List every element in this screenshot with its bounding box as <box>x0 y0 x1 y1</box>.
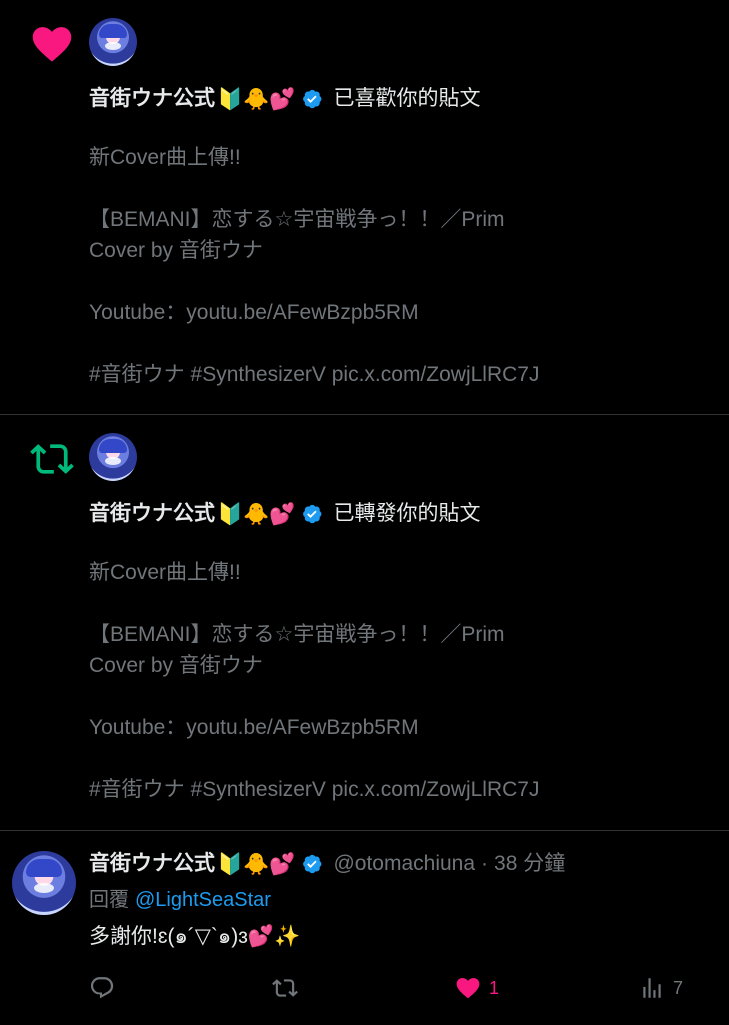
quoted-post-text[interactable]: 新Cover曲上傳!! 【BEMANI】恋する☆宇宙戦争っ！！／Prim Cov… <box>89 557 539 805</box>
user-name[interactable]: 音街ウナ公式 <box>89 499 215 529</box>
views-button[interactable]: 7 <box>639 971 683 1005</box>
post-line: Cover by 音街ウナ <box>89 654 263 677</box>
notification-retweet[interactable]: 音街ウナ公式 🔰🐥💕 已轉發你的貼文 新Cover曲上傳!! 【BEMANI】恋… <box>0 415 729 831</box>
avatar[interactable] <box>12 851 76 915</box>
heart-icon <box>456 978 480 999</box>
verified-badge-icon <box>303 89 322 109</box>
post-line: 新Cover曲上傳!! <box>89 146 241 169</box>
heart-icon <box>30 22 74 66</box>
name-emojis: 🔰🐥💕 <box>217 87 296 111</box>
analytics-icon <box>643 978 661 998</box>
retweet-icon <box>272 979 298 997</box>
timestamp[interactable]: 38 分鐘 <box>494 849 565 879</box>
like-count: 1 <box>489 977 500 998</box>
name-emojis: 🔰🐥💕 <box>217 852 296 876</box>
post-line: #音街ウナ #SynthesizerV pic.x.com/ZowjLlRC7J <box>89 778 540 801</box>
retweet-icon <box>30 437 74 481</box>
notification-headline: 音街ウナ公式 🔰🐥💕 已轉發你的貼文 <box>89 499 480 529</box>
user-name[interactable]: 音街ウナ公式 <box>89 84 215 114</box>
quoted-post-text[interactable]: 新Cover曲上傳!! 【BEMANI】恋する☆宇宙戦争っ！！／Prim Cov… <box>89 142 539 390</box>
notification-headline: 音街ウナ公式 🔰🐥💕 已喜歡你的貼文 <box>89 84 480 114</box>
post-line: #音街ウナ #SynthesizerV pic.x.com/ZowjLlRC7J <box>89 363 540 386</box>
name-emojis: 🔰🐥💕 <box>217 502 296 526</box>
avatar[interactable] <box>89 433 137 481</box>
post-line: Youtube：youtu.be/AFewBzpb5RM <box>89 301 419 324</box>
verified-badge-icon <box>303 854 322 874</box>
post-line: Cover by 音街ウナ <box>89 239 263 262</box>
avatar[interactable] <box>89 18 137 66</box>
replying-to: 回覆 @LightSeaStar <box>89 885 271 915</box>
view-count: 7 <box>673 977 684 998</box>
reply-button[interactable] <box>89 971 115 1005</box>
like-button[interactable]: 1 <box>455 971 499 1005</box>
reply-prefix: 回覆 <box>89 889 129 911</box>
notification-action: 已喜歡你的貼文 <box>333 87 481 110</box>
tweet-text: 多謝你!ɛ(๑´▽`๑)ɜ💕✨ <box>89 925 301 948</box>
retweet-button[interactable] <box>272 971 298 1005</box>
post-line: 【BEMANI】恋する☆宇宙戦争っ！！／Prim <box>89 623 505 646</box>
notification-action: 已轉發你的貼文 <box>333 502 481 525</box>
post-line: 【BEMANI】恋する☆宇宙戦争っ！！／Prim <box>89 208 505 231</box>
tweet-actions: 1 7 <box>89 971 699 1005</box>
reply-tweet[interactable]: 音街ウナ公式 🔰🐥💕 @otomachiuna · 38 分鐘 回覆 @Light… <box>0 831 729 1025</box>
notification-like[interactable]: 音街ウナ公式 🔰🐥💕 已喜歡你的貼文 新Cover曲上傳!! 【BEMANI】恋… <box>0 0 729 415</box>
tweet-header: 音街ウナ公式 🔰🐥💕 @otomachiuna · 38 分鐘 <box>89 849 565 879</box>
verified-badge-icon <box>303 504 322 524</box>
reply-icon <box>90 977 114 999</box>
post-line: Youtube：youtu.be/AFewBzpb5RM <box>89 716 419 739</box>
user-name[interactable]: 音街ウナ公式 <box>89 849 215 879</box>
post-line: 新Cover曲上傳!! <box>89 561 241 584</box>
user-handle[interactable]: @otomachiuna <box>333 849 475 879</box>
mention-link[interactable]: @LightSeaStar <box>135 889 271 911</box>
separator: · <box>481 852 489 875</box>
